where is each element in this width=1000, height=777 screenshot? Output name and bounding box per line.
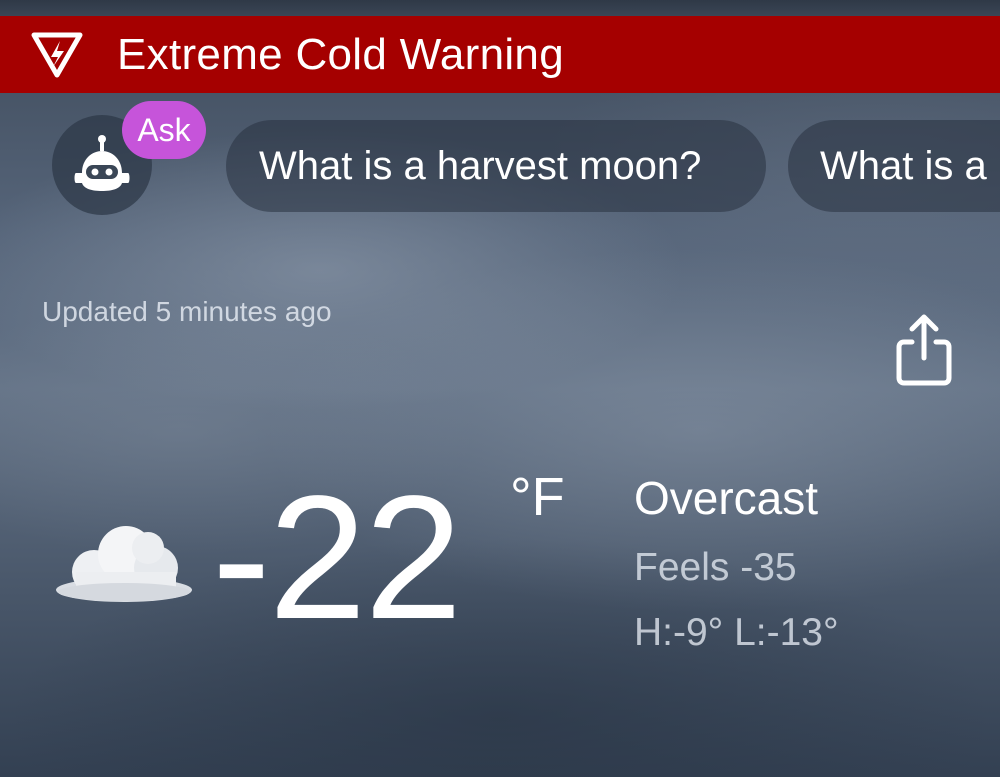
weather-alert-banner[interactable]: Extreme Cold Warning <box>0 16 1000 93</box>
temperature-unit[interactable]: °F <box>510 470 565 524</box>
updated-timestamp: Updated 5 minutes ago <box>42 296 332 327</box>
weather-condition: Overcast <box>634 472 819 524</box>
high-low: H:-9° L:-13° <box>634 611 839 654</box>
feels-like: Feels -35 <box>634 546 797 589</box>
suggestion-chip[interactable]: What is a harvest moon? <box>226 120 766 212</box>
cloud-icon <box>52 522 196 606</box>
ask-badge[interactable]: Ask <box>122 101 206 159</box>
alert-title: Extreme Cold Warning <box>117 30 564 79</box>
suggestion-chip[interactable]: What is a <box>788 120 1000 212</box>
share-button[interactable] <box>888 312 960 390</box>
share-icon <box>896 314 952 386</box>
warning-triangle-icon <box>28 29 86 81</box>
status-bar-strip <box>0 0 1000 16</box>
robot-icon <box>74 135 130 191</box>
current-temperature: -22 <box>212 460 462 656</box>
